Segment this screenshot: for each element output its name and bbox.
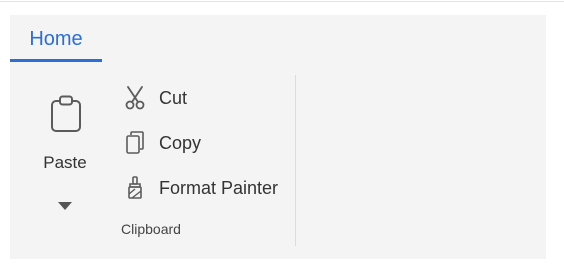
paste-dropdown-caret-icon[interactable] xyxy=(58,202,72,210)
clipboard-group-label: Clipboard xyxy=(121,221,181,237)
paintbrush-icon xyxy=(122,175,148,201)
ribbon: Home Paste Cut Copy Format Painter Clipb… xyxy=(10,15,546,259)
paste-button[interactable]: Paste xyxy=(34,95,96,215)
tab-home-label: Home xyxy=(29,28,83,50)
format-painter-label: Format Painter xyxy=(159,177,279,198)
group-separator xyxy=(295,75,296,246)
format-painter-button[interactable]: Format Painter xyxy=(122,173,292,203)
paste-label: Paste xyxy=(43,153,87,172)
copy-label: Copy xyxy=(159,132,202,153)
clipboard-icon xyxy=(48,95,84,135)
top-divider xyxy=(0,1,564,2)
copy-button[interactable]: Copy xyxy=(122,128,292,158)
cut-label: Cut xyxy=(159,87,188,108)
copy-icon xyxy=(122,130,148,156)
scissors-icon xyxy=(122,85,148,111)
tab-home[interactable]: Home xyxy=(10,15,102,62)
cut-button[interactable]: Cut xyxy=(122,83,292,113)
